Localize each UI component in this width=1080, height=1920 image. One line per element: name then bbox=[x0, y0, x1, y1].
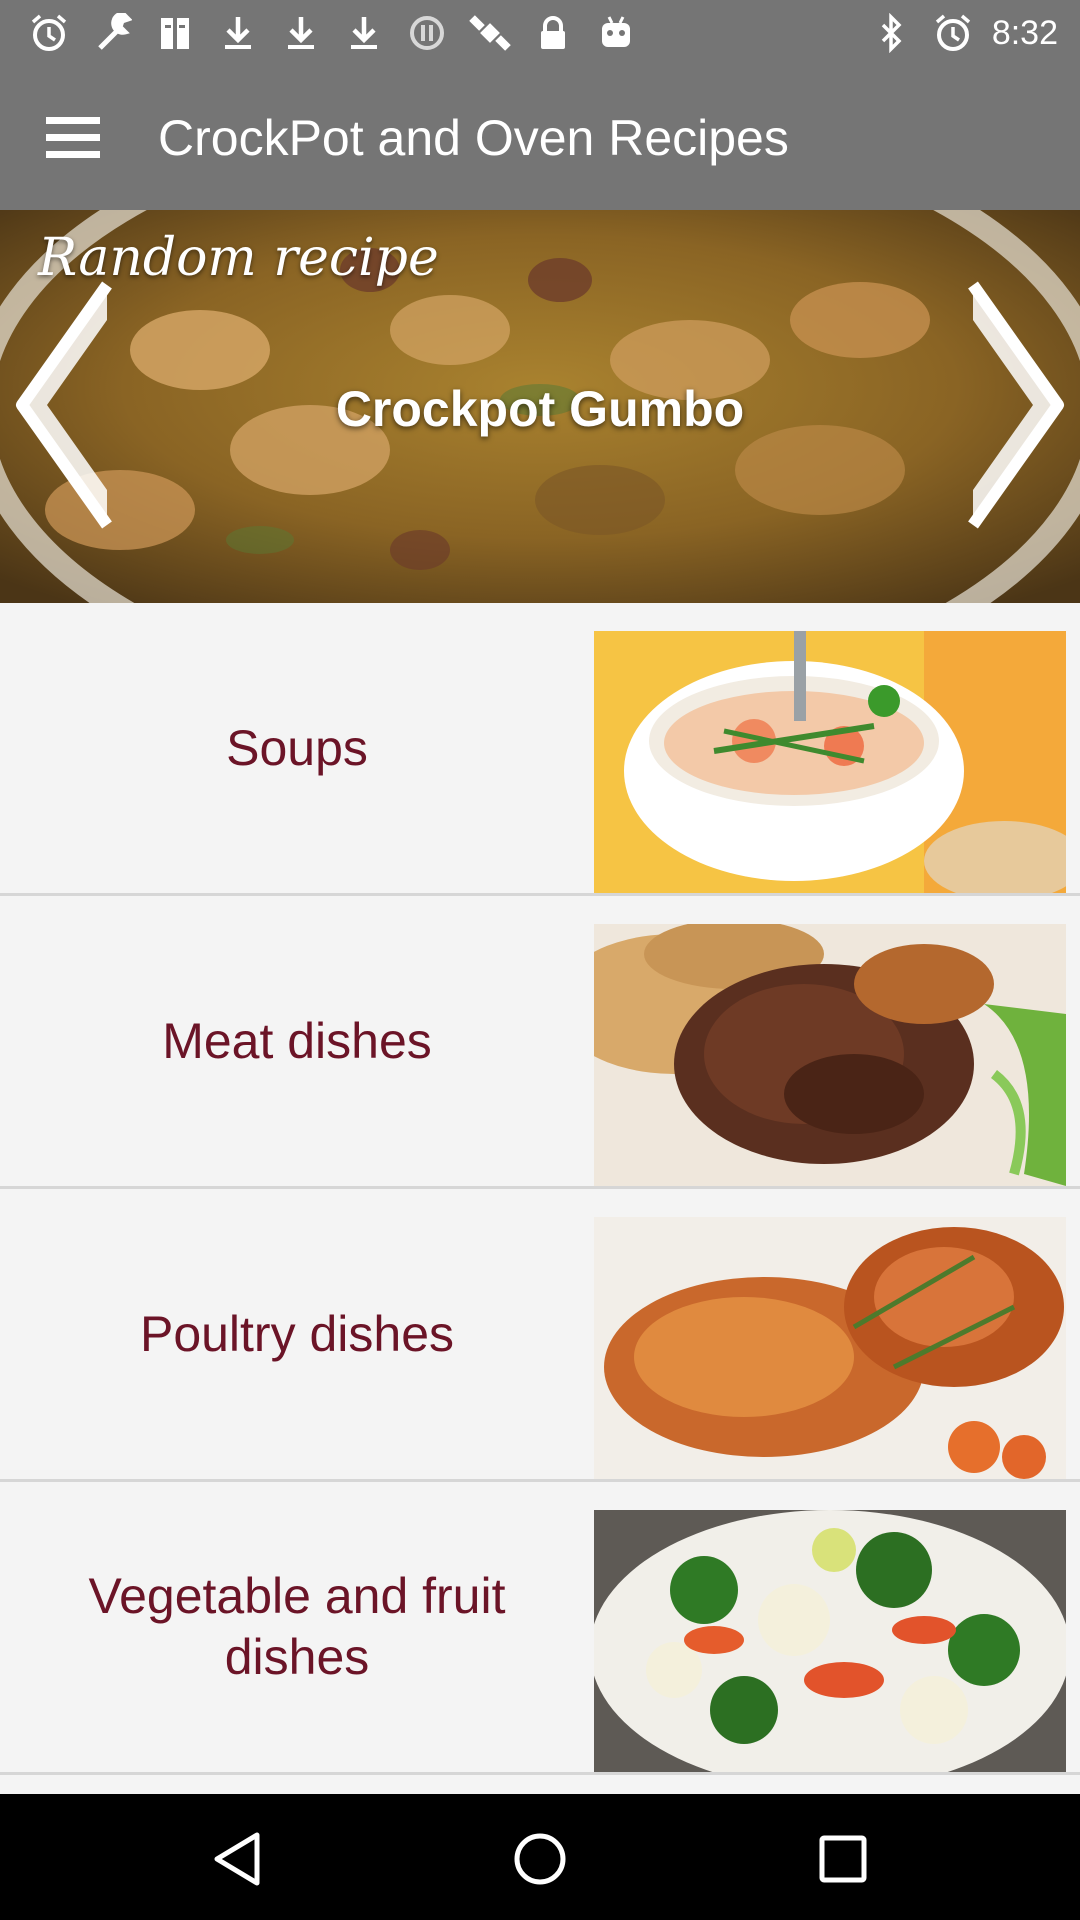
download-icon bbox=[341, 10, 387, 56]
hamburger-menu-icon[interactable] bbox=[36, 106, 110, 170]
book-icon bbox=[152, 10, 198, 56]
status-icons-left bbox=[26, 10, 639, 56]
category-label: Vegetable and fruit dishes bbox=[88, 1568, 506, 1685]
app-bar: CrockPot and Oven Recipes bbox=[0, 66, 1080, 210]
category-label: Poultry dishes bbox=[139, 1305, 455, 1362]
alarm-icon bbox=[930, 10, 976, 56]
soup-photo bbox=[594, 631, 1066, 893]
status-time: 8:32 bbox=[991, 13, 1058, 52]
category-label: Soups bbox=[226, 719, 368, 776]
meat-photo bbox=[594, 924, 1066, 1186]
download-icon bbox=[215, 10, 261, 56]
random-recipe-banner[interactable]: Random recipe Crockpot Gumbo bbox=[0, 210, 1080, 603]
bluetooth-icon bbox=[868, 10, 914, 56]
alarm-icon bbox=[26, 10, 72, 56]
chevron-right-icon[interactable] bbox=[958, 280, 1068, 530]
category-list: Soups Meat dishes Poultry dishes Vegetab… bbox=[0, 603, 1080, 1775]
download-icon bbox=[278, 10, 324, 56]
category-item-vegetable-and-fruit-dishes[interactable]: Vegetable and fruit dishes bbox=[0, 1482, 1080, 1775]
recents-square-icon[interactable] bbox=[808, 1824, 878, 1894]
random-recipe-caption: Random recipe bbox=[38, 228, 439, 288]
chevron-left-icon[interactable] bbox=[12, 280, 122, 530]
category-label: Meat dishes bbox=[162, 1012, 432, 1069]
home-circle-icon[interactable] bbox=[505, 1824, 575, 1894]
blocked-icon bbox=[404, 10, 450, 56]
wrench-icon bbox=[89, 10, 135, 56]
status-icons-right: 8:32 bbox=[868, 10, 1058, 56]
lock-icon bbox=[530, 10, 576, 56]
category-item-soups[interactable]: Soups bbox=[0, 603, 1080, 896]
poultry-photo bbox=[594, 1217, 1066, 1479]
back-triangle-icon[interactable] bbox=[202, 1824, 272, 1894]
satellite-icon bbox=[467, 10, 513, 56]
navigation-bar bbox=[0, 1794, 1080, 1920]
status-bar: 8:32 bbox=[0, 0, 1080, 66]
robot-icon bbox=[593, 10, 639, 56]
category-item-meat-dishes[interactable]: Meat dishes bbox=[0, 896, 1080, 1189]
vegetable-photo bbox=[594, 1510, 1066, 1772]
category-item-poultry-dishes[interactable]: Poultry dishes bbox=[0, 1189, 1080, 1482]
recipe-title: Crockpot Gumbo bbox=[335, 381, 745, 437]
app-title: CrockPot and Oven Recipes bbox=[158, 110, 789, 166]
